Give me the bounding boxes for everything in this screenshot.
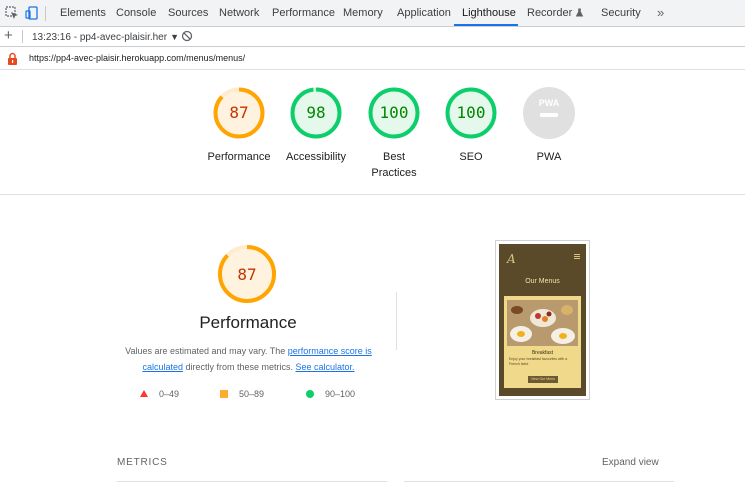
- desc-text: Values are estimated and may vary. The: [125, 346, 288, 356]
- toolbar-separator: [22, 30, 23, 43]
- gauge-score: 98: [306, 103, 326, 122]
- section-divider: [0, 194, 745, 195]
- circle-icon: [306, 390, 314, 398]
- tab-memory[interactable]: Memory: [343, 0, 383, 27]
- gauge-score: 100: [379, 103, 409, 122]
- gauge-score: 100: [456, 103, 486, 122]
- inspect-element-icon[interactable]: [5, 6, 19, 20]
- gauge-score: 87: [229, 103, 249, 122]
- new-report-button[interactable]: +: [4, 27, 13, 45]
- legend-fail: 0–49: [140, 388, 179, 400]
- toolbar-separator: [45, 6, 46, 21]
- tab-recorder[interactable]: Recorder: [527, 0, 584, 27]
- legend-pass: 90–100: [306, 388, 355, 400]
- lock-warning-icon: [8, 52, 17, 65]
- tab-lighthouse[interactable]: Lighthouse: [462, 0, 516, 27]
- desc-text: directly from these metrics.: [182, 362, 296, 372]
- devtools-tab-bar: Elements Console Sources Network Perform…: [0, 0, 745, 27]
- tab-recorder-label: Recorder: [527, 7, 573, 19]
- triangle-icon: [140, 390, 148, 397]
- thumbnail-page: A Our Menus Breakfast Enjoy your breakfa…: [499, 244, 586, 396]
- card-text: Enjoy your breakfast favourites with a F…: [509, 357, 568, 366]
- hamburger-menu-icon: [574, 254, 580, 259]
- active-tab-indicator: [454, 24, 518, 26]
- tab-console[interactable]: Console: [116, 0, 156, 27]
- gauge-label: Best Practices: [371, 151, 417, 179]
- pwa-badge-icon: PWA: [523, 87, 575, 139]
- gauge-label: Accessibility: [286, 151, 346, 163]
- metrics-divider: [404, 481, 674, 482]
- experiment-flask-icon: [576, 8, 584, 17]
- card-title: Breakfast: [531, 350, 554, 356]
- square-icon: [220, 390, 228, 398]
- gauge-label: PWA: [536, 151, 562, 163]
- device-toolbar-icon[interactable]: [25, 6, 39, 20]
- tab-security[interactable]: Security: [601, 0, 641, 27]
- final-screenshot-thumbnail[interactable]: A Our Menus Breakfast Enjoy your breakfa…: [495, 240, 590, 400]
- report-select[interactable]: 13:23:16 - pp4-avec-plaisir.her ▼: [32, 27, 179, 47]
- report-toolbar: + 13:23:16 - pp4-avec-plaisir.her ▼: [0, 27, 745, 47]
- tab-sources[interactable]: Sources: [168, 0, 208, 27]
- tab-performance[interactable]: Performance: [272, 0, 335, 27]
- report-url[interactable]: https://pp4-avec-plaisir.herokuapp.com/m…: [29, 48, 245, 69]
- category-description: Values are estimated and may vary. The p…: [116, 343, 381, 375]
- expand-view-toggle[interactable]: Expand view: [602, 457, 659, 468]
- menu-card: Breakfast Enjoy your breakfast favourite…: [504, 296, 581, 388]
- legend-range: 0–49: [159, 389, 180, 399]
- legend-range: 50–89: [239, 389, 265, 399]
- tab-application[interactable]: Application: [397, 0, 451, 27]
- chevron-down-icon: ▼: [170, 32, 179, 42]
- report-select-value: 13:23:16 - pp4-avec-plaisir.her: [32, 32, 168, 43]
- performance-score: 87: [237, 265, 257, 284]
- tab-network[interactable]: Network: [219, 0, 259, 27]
- category-title: Performance: [199, 313, 297, 332]
- vertical-divider: [396, 292, 397, 350]
- legend-average: 50–89: [220, 388, 264, 400]
- more-tabs-icon[interactable]: »: [657, 0, 664, 27]
- metrics-divider: [117, 481, 387, 482]
- report-url-bar: https://pp4-avec-plaisir.herokuapp.com/m…: [0, 48, 745, 70]
- breakfast-photo: [507, 300, 578, 346]
- thumbnail-heading: Our Menus: [525, 278, 560, 285]
- metrics-heading: METRICS: [117, 457, 168, 468]
- site-logo: A: [507, 252, 516, 266]
- calculator-link[interactable]: See calculator.: [296, 362, 355, 372]
- clear-reports-icon[interactable]: [181, 30, 193, 42]
- view-menu-button: View Our Menu: [528, 376, 558, 383]
- legend-range: 90–100: [325, 389, 356, 399]
- tab-elements[interactable]: Elements: [60, 0, 106, 27]
- pwa-badge-text: PWA: [539, 98, 560, 108]
